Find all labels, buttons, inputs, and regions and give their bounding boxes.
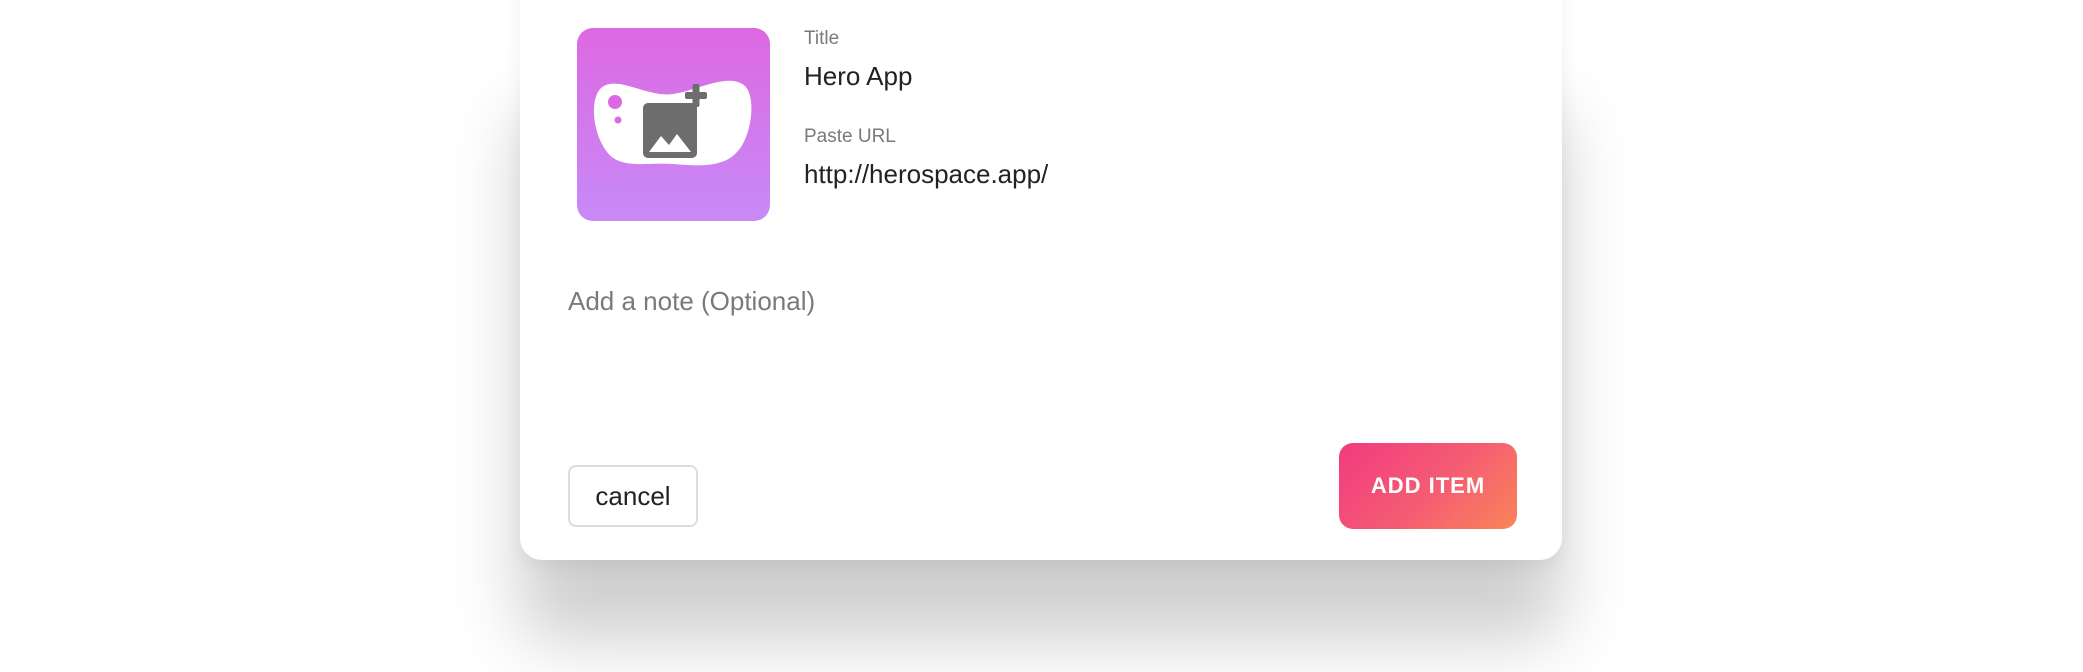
title-field[interactable]: Hero App	[804, 61, 1504, 92]
item-image-picker[interactable]	[577, 28, 770, 221]
url-label: Paste URL	[804, 126, 896, 147]
add-item-card: Title Hero App Paste URL http://herospac…	[520, 0, 1562, 560]
cancel-button[interactable]: cancel	[568, 465, 698, 527]
note-input[interactable]	[568, 286, 1508, 317]
page: Title Hero App Paste URL http://herospac…	[0, 0, 2083, 672]
url-field[interactable]: http://herospace.app/	[804, 159, 1504, 190]
add-item-button[interactable]: ADD ITEM	[1339, 443, 1517, 529]
add-image-icon	[593, 80, 752, 166]
title-label: Title	[804, 28, 840, 49]
